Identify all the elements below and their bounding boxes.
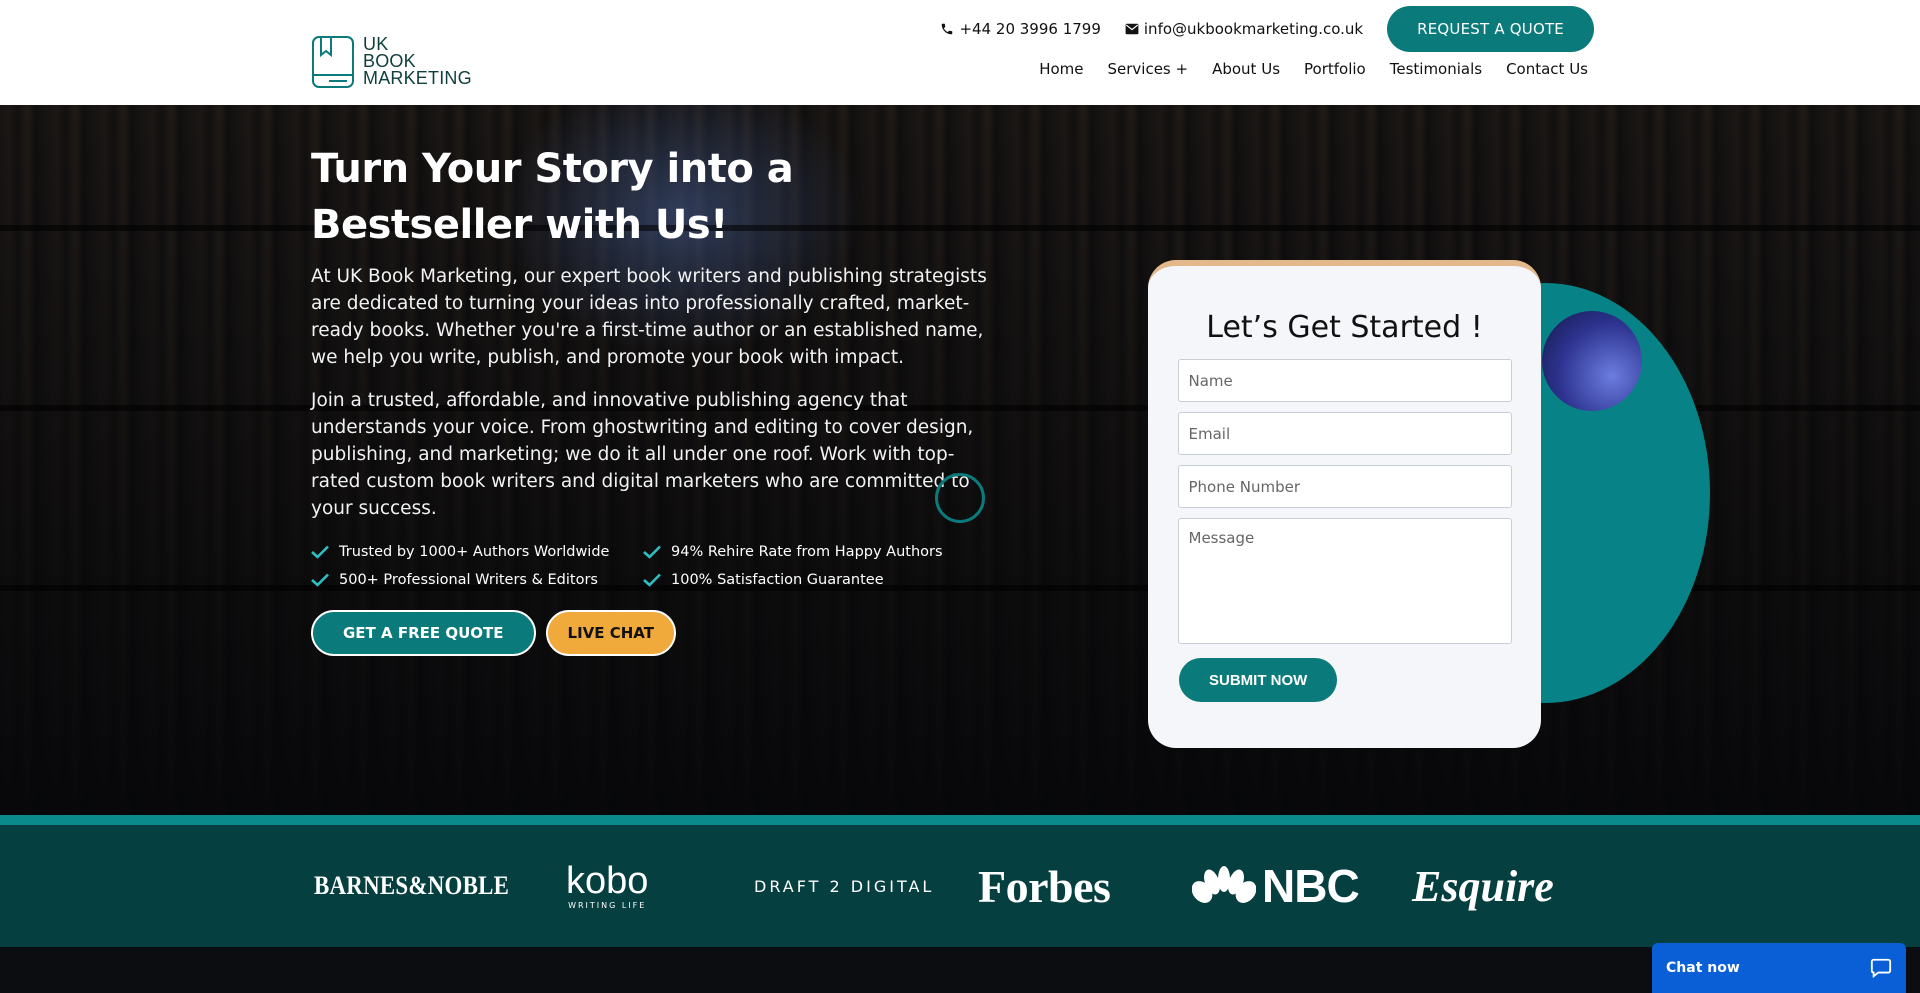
- logo-line: BOOK: [363, 50, 416, 71]
- nav-portfolio[interactable]: Portfolio: [1304, 60, 1366, 78]
- kobo-logo: kobo WRITING LIFE: [566, 825, 648, 947]
- live-chat-button[interactable]: LIVE CHAT: [545, 610, 676, 656]
- check-icon: [311, 545, 329, 559]
- feature-label: Trusted by 1000+ Authors Worldwide: [339, 544, 610, 560]
- chat-now-widget[interactable]: Chat now: [1652, 943, 1906, 993]
- book-logo-icon: [311, 33, 355, 89]
- decorative-ring: [935, 473, 985, 523]
- hero-section: Turn Your Story into a Bestseller with U…: [0, 105, 1920, 815]
- feature-label: 500+ Professional Writers & Editors: [339, 572, 598, 588]
- nav-contact[interactable]: Contact Us: [1506, 60, 1588, 78]
- kobo-wordmark: kobo: [566, 859, 649, 902]
- email-field[interactable]: [1177, 412, 1512, 455]
- feature-item: 100% Satisfaction Guarantee: [643, 572, 943, 588]
- main-nav: Home Services + About Us Portfolio Testi…: [1015, 60, 1588, 78]
- phone-number: +44 20 3996 1799: [959, 20, 1101, 38]
- feature-item: Trusted by 1000+ Authors Worldwide: [311, 544, 643, 560]
- feature-item: 94% Rehire Rate from Happy Authors: [643, 544, 943, 560]
- message-field[interactable]: [1177, 518, 1512, 644]
- check-icon: [643, 545, 661, 559]
- kobo-subtitle: WRITING LIFE: [568, 900, 647, 910]
- decorative-blue-orb: [1542, 311, 1642, 411]
- phone-icon: [942, 23, 953, 35]
- chat-bubble-icon: [1870, 958, 1892, 979]
- phone-field[interactable]: [1177, 465, 1512, 508]
- envelope-icon: [1125, 23, 1139, 35]
- next-section: [0, 947, 1920, 993]
- nav-services[interactable]: Services +: [1108, 60, 1189, 78]
- hero-paragraph: Join a trusted, affordable, and innovati…: [311, 390, 974, 519]
- site-header: UK BOOK MARKETING +44 20 3996 1799 info@…: [0, 0, 1920, 105]
- name-field[interactable]: [1177, 359, 1512, 402]
- form-title: Let’s Get Started !: [1206, 310, 1483, 345]
- nbc-logo: NBC: [1192, 825, 1360, 947]
- logo-line: UK: [363, 33, 389, 54]
- brand-logos-strip: BARNES&NOBLE kobo WRITING LIFE DRAFT 2 D…: [0, 825, 1920, 947]
- feature-label: 100% Satisfaction Guarantee: [671, 572, 884, 588]
- email-link[interactable]: info@ukbookmarketing.co.uk: [1125, 20, 1363, 38]
- esquire-logo: Esquire: [1412, 861, 1554, 911]
- contact-bar: +44 20 3996 1799 info@ukbookmarketing.co…: [940, 6, 1594, 52]
- strip-accent: [0, 815, 1920, 825]
- hero-cta-row: GET A FREE QUOTE LIVE CHAT: [311, 610, 1011, 656]
- feature-label: 94% Rehire Rate from Happy Authors: [671, 544, 943, 560]
- hero-paragraph: At UK Book Marketing, our expert book wr…: [311, 266, 987, 368]
- quote-form-card: Let’s Get Started ! SUBMIT NOW: [1148, 260, 1541, 748]
- nav-home[interactable]: Home: [1039, 60, 1083, 78]
- site-logo[interactable]: UK BOOK MARKETING: [311, 33, 472, 89]
- nav-about[interactable]: About Us: [1212, 60, 1280, 78]
- chat-widget-label: Chat now: [1666, 960, 1740, 976]
- submit-button[interactable]: SUBMIT NOW: [1179, 658, 1338, 702]
- forbes-logo: Forbes: [978, 860, 1111, 912]
- request-quote-button[interactable]: REQUEST A QUOTE: [1387, 6, 1594, 52]
- email-address: info@ukbookmarketing.co.uk: [1143, 20, 1364, 38]
- barnes-noble-logo: BARNES&NOBLE: [314, 871, 510, 900]
- peacock-icon: [1192, 866, 1256, 903]
- get-free-quote-button[interactable]: GET A FREE QUOTE: [311, 610, 536, 656]
- feature-list: Trusted by 1000+ Authors Worldwide 94% R…: [311, 544, 1011, 588]
- hero-content: Turn Your Story into a Bestseller with U…: [311, 141, 1011, 656]
- feature-item: 500+ Professional Writers & Editors: [311, 572, 643, 588]
- check-icon: [643, 573, 661, 587]
- hero-title: Turn Your Story into a Bestseller with U…: [311, 146, 794, 248]
- logo-line: MARKETING: [363, 67, 472, 88]
- phone-link[interactable]: +44 20 3996 1799: [940, 20, 1101, 38]
- draft2digital-logo: DRAFT 2 DIGITAL: [754, 876, 935, 896]
- check-icon: [311, 573, 329, 587]
- nbc-wordmark: NBC: [1262, 860, 1360, 912]
- nav-testimonials[interactable]: Testimonials: [1390, 60, 1482, 78]
